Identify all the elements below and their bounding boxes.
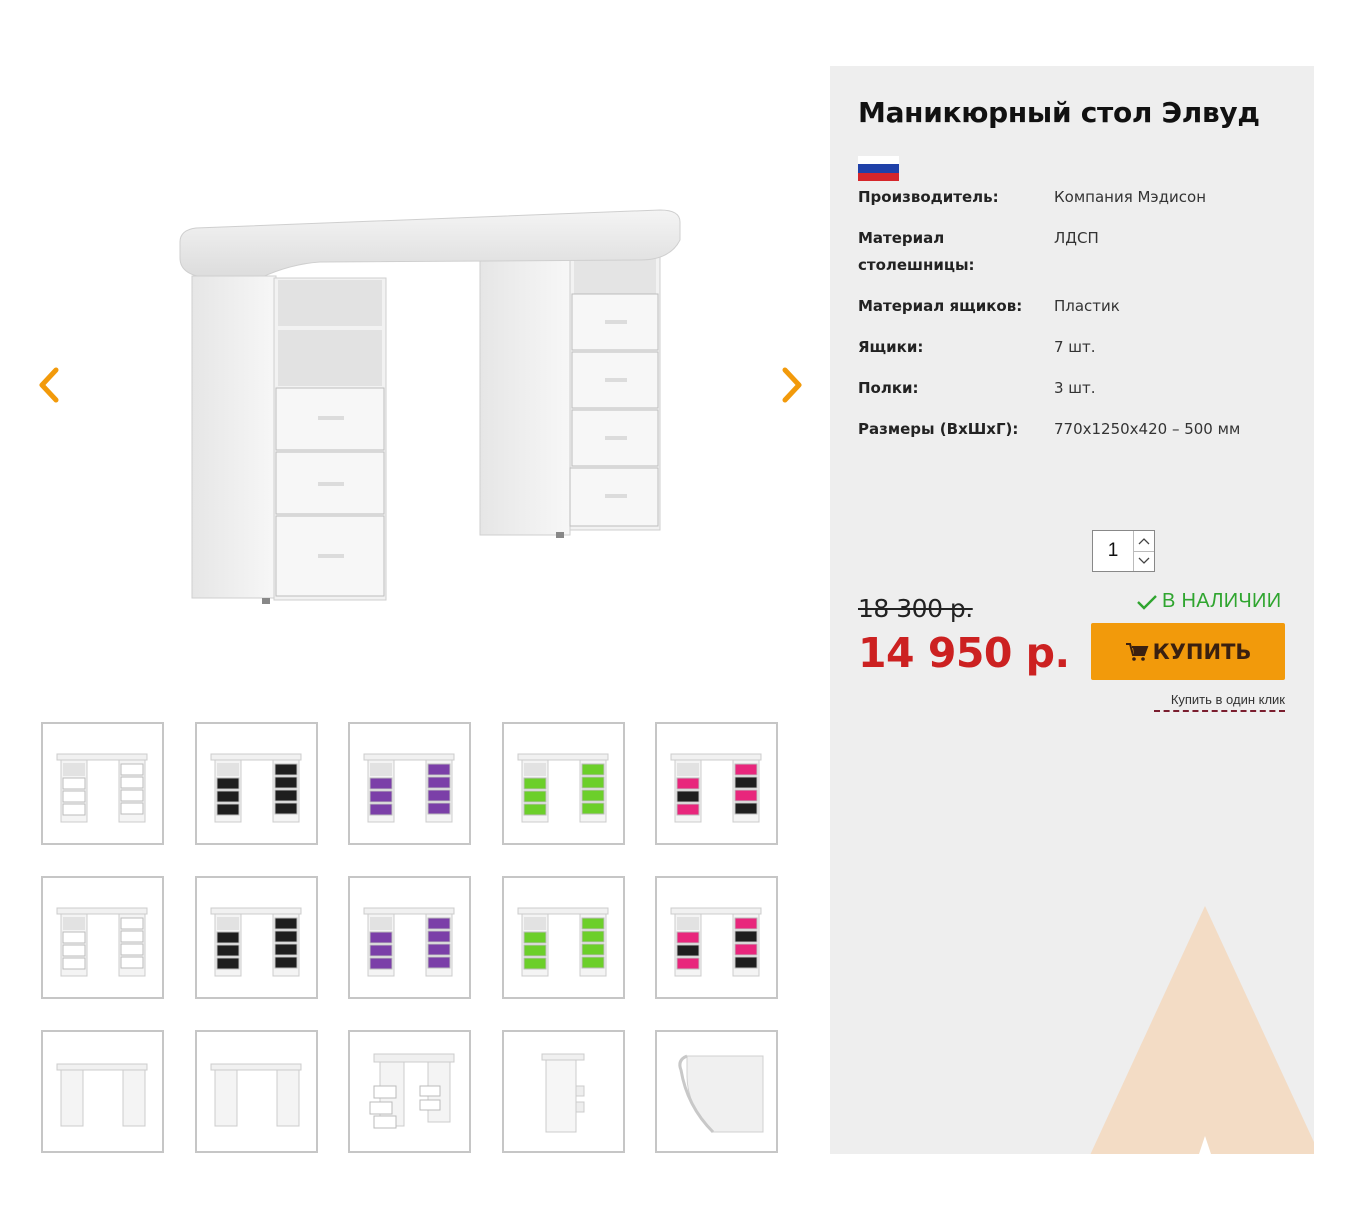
old-price: 18 300 р.	[858, 594, 973, 623]
thumbnail-image	[363, 753, 455, 823]
chevron-left-icon	[39, 367, 59, 403]
spec-label: Материал ящиков:	[858, 297, 1023, 315]
thumbnail-green-front[interactable]	[501, 876, 625, 999]
spec-value: 3 шт.	[1054, 379, 1096, 397]
thumbnail-purple-front[interactable]	[348, 876, 471, 999]
chevron-right-icon	[782, 367, 802, 403]
thumbnail-image	[210, 753, 301, 823]
quantity-increase-button[interactable]	[1134, 531, 1154, 551]
manicure-table-image	[179, 209, 681, 604]
thumbnail-black-front[interactable]	[194, 876, 318, 999]
thumbnail-image	[56, 753, 148, 823]
thumbnail-image	[210, 1063, 301, 1127]
gallery-prev-button[interactable]	[32, 362, 68, 408]
buy-button-label: КУПИТЬ	[1152, 639, 1252, 664]
thumbnail-image	[363, 907, 455, 977]
thumbnail-pink-black-front[interactable]	[655, 876, 778, 999]
spec-label: Производитель:	[858, 188, 999, 206]
thumbnail-white-front[interactable]	[41, 876, 164, 999]
spec-value: 770х1250х420 – 500 мм	[1054, 420, 1241, 438]
spec-value: Компания Мэдисон	[1054, 188, 1207, 206]
stock-status-label: В НАЛИЧИИ	[1162, 590, 1282, 612]
cart-icon	[1125, 642, 1149, 661]
spec-label: Полки:	[858, 379, 919, 397]
thumbnail-image	[517, 753, 608, 823]
spec-label: Размеры (ВхШхГ):	[858, 420, 1019, 438]
thumbnail-white[interactable]	[41, 722, 164, 845]
thumbnail-side[interactable]	[501, 1030, 625, 1153]
product-gallery	[0, 0, 830, 1220]
current-price: 14 950 р.	[858, 629, 1070, 677]
spec-value: Пластик	[1054, 297, 1120, 315]
buy-one-click-link[interactable]: Купить в один клик	[1154, 692, 1285, 712]
decorative-triangle	[1090, 906, 1314, 1154]
thumbnail-back[interactable]	[41, 1030, 164, 1153]
gallery-next-button[interactable]	[775, 362, 811, 408]
thumbnail-drawers-open[interactable]	[348, 1030, 471, 1153]
spec-value: ЛДСП	[1054, 229, 1099, 247]
thumbnail-image	[369, 1053, 455, 1129]
spec-manufacturer: Производитель: Компания Мэдисон	[858, 184, 1206, 211]
checkmark-icon	[1137, 594, 1157, 610]
thumbnail-image	[517, 907, 608, 977]
spec-dimensions: Размеры (ВхШхГ): 770х1250х420 – 500 мм	[858, 416, 1240, 443]
spec-top-material: Материал столешницы: ЛДСП	[858, 225, 1099, 279]
thumbnail-image	[670, 907, 762, 977]
product-title: Маникюрный стол Элвуд	[858, 96, 1260, 129]
buy-button[interactable]: КУПИТЬ	[1091, 623, 1285, 680]
main-product-image	[150, 180, 710, 640]
spec-value: 7 шт.	[1054, 338, 1096, 356]
chevron-down-icon	[1138, 557, 1150, 565]
spec-label: Материал столешницы:	[858, 229, 975, 274]
thumbnail-top-detail[interactable]	[655, 1030, 778, 1153]
thumbnail-image	[210, 907, 301, 977]
product-info-panel: Маникюрный стол Элвуд Производитель: Ком…	[830, 66, 1314, 1154]
thumbnail-image	[670, 753, 762, 823]
russia-flag-icon	[858, 156, 899, 181]
quantity-input[interactable]	[1093, 531, 1133, 571]
thumbnail-green[interactable]	[501, 722, 625, 845]
spec-drawer-material: Материал ящиков: Пластик	[858, 293, 1120, 320]
thumbnail-image	[56, 1063, 148, 1127]
stock-status: В НАЛИЧИИ	[1136, 590, 1281, 613]
thumbnail-purple[interactable]	[348, 722, 471, 845]
thumbnail-back-angle[interactable]	[194, 1030, 318, 1153]
spec-shelves: Полки: 3 шт.	[858, 375, 1096, 402]
quantity-stepper	[1092, 530, 1155, 572]
thumbnail-image	[56, 907, 148, 977]
spec-label: Ящики:	[858, 338, 924, 356]
chevron-up-icon	[1138, 537, 1150, 545]
thumbnail-image	[678, 1054, 764, 1134]
thumbnail-black[interactable]	[194, 722, 318, 845]
quantity-spin	[1133, 531, 1154, 571]
spec-drawers: Ящики: 7 шт.	[858, 334, 1096, 361]
thumbnail-pink-black[interactable]	[655, 722, 778, 845]
quantity-decrease-button[interactable]	[1134, 550, 1154, 572]
thumbnail-image	[541, 1053, 584, 1133]
